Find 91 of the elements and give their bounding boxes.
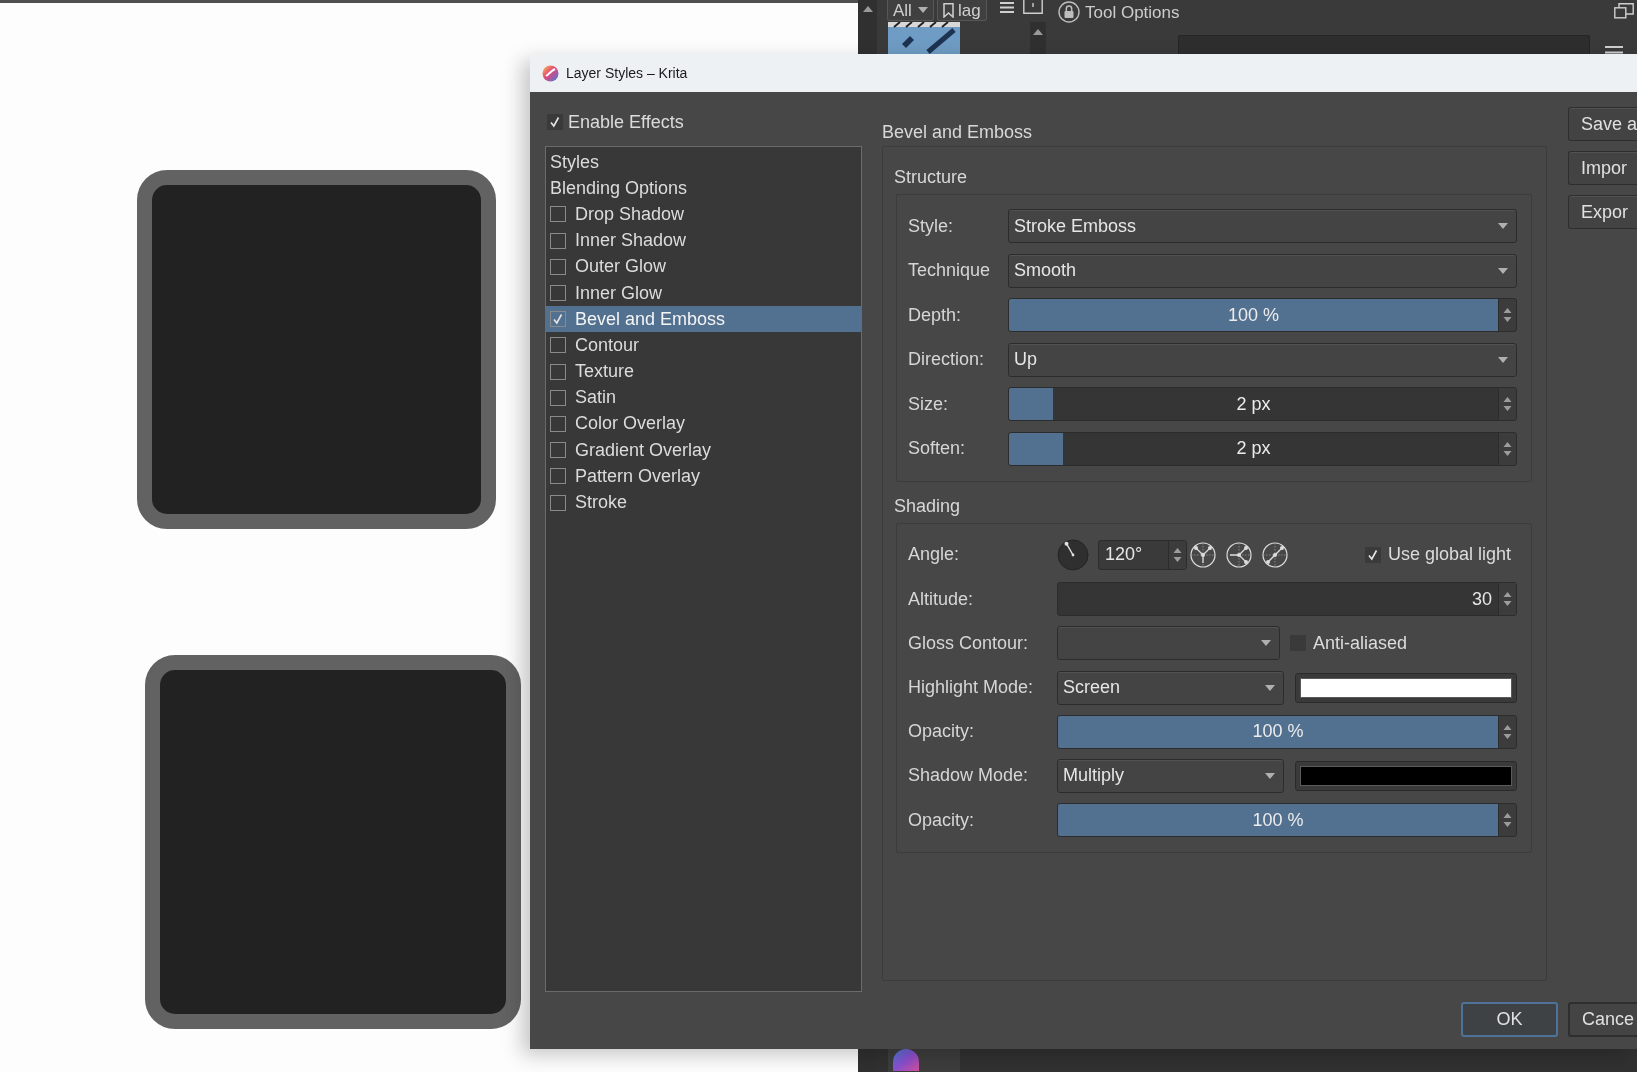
lock-icon[interactable] [1058,1,1080,23]
window-title: Layer Styles – Krita [566,63,688,83]
menu-icon[interactable] [1605,46,1623,54]
field-label: Style: [908,214,955,238]
button[interactable]: Cance [1568,1002,1637,1037]
field-label: Angle: [908,543,961,567]
dropdown[interactable]: Screen [1057,670,1284,705]
bookmark-icon [943,2,954,18]
checkbox[interactable] [550,258,566,275]
field-label: Shadow Mode: [908,764,1030,788]
circle-nodes-icon[interactable] [1190,541,1216,568]
field-label: Size: [908,392,950,416]
group-title: Structure [894,166,969,189]
brush-preset-icon[interactable] [888,22,960,54]
field-label: Technique [908,259,992,283]
window-icon[interactable] [1614,3,1634,19]
checkbox-label[interactable]: Enable Effects [568,108,684,136]
caret-icon [1261,640,1271,647]
field-label: Opacity: [908,808,976,832]
button[interactable]: OK [1461,1002,1558,1037]
checkbox[interactable] [550,285,566,302]
arrow-up-icon[interactable] [862,6,873,12]
tag-dropdown[interactable]: lag [937,0,987,21]
list-item[interactable]: Gradient Overlay [546,437,861,464]
field-label: Direction: [908,348,986,372]
list-item[interactable]: Bevel and Emboss [546,306,861,333]
checkbox-label[interactable]: Use global light [1387,541,1511,569]
list-item[interactable]: Inner Glow [546,279,861,307]
field-label: Altitude: [908,587,975,611]
button[interactable]: Save a [1568,107,1637,141]
list-item[interactable]: Inner Shadow [546,227,861,254]
frame-icon[interactable] [1023,0,1043,14]
checkbox[interactable] [550,232,566,249]
field-label: Gloss Contour: [908,631,1030,655]
checkbox[interactable] [547,114,563,130]
panel-title: Tool Options [1085,2,1180,24]
app-icon [542,64,559,82]
list-item[interactable]: Contour [546,332,861,359]
list-item[interactable]: Satin [546,384,861,411]
list-item[interactable]: Drop Shadow [546,201,861,228]
dropdown[interactable]: Multiply [1057,758,1284,793]
list-item[interactable]: Styles [546,149,861,176]
circle-nodes-icon[interactable] [1226,541,1252,568]
checkbox[interactable] [550,311,566,328]
caret-icon [1265,772,1275,779]
slider[interactable]: 2 px [1008,431,1517,466]
list-item[interactable]: Color Overlay [546,410,861,438]
list-item[interactable]: Outer Glow [546,253,861,280]
list-item[interactable]: Pattern Overlay [546,463,861,490]
field-label: Soften: [908,437,967,461]
slider[interactable]: 100 % [1057,803,1517,838]
scrollbar[interactable] [1030,22,1046,54]
caret-icon [1498,223,1508,229]
menu-icon[interactable] [1000,2,1014,13]
caret-icon [918,7,928,13]
spin-box[interactable]: 120° [1098,539,1187,570]
checkbox[interactable] [1364,546,1381,563]
button[interactable]: Impor [1568,151,1637,185]
group-title: Shading [894,494,962,518]
caret-icon [1265,684,1275,691]
dropdown[interactable]: Smooth [1008,253,1517,288]
list-item[interactable]: Texture [546,358,861,385]
list-item[interactable]: Stroke [546,489,861,516]
checkbox[interactable] [550,337,566,354]
list-item[interactable]: Blending Options [546,175,861,202]
input-field[interactable] [1178,35,1590,54]
field-label: Depth: [908,303,963,327]
filter-dropdown[interactable]: All [887,0,934,21]
checkbox[interactable] [550,389,566,406]
field-label: Opacity: [908,720,976,744]
field-label: Highlight Mode: [908,676,1035,700]
dropdown[interactable]: Up [1008,342,1517,377]
checkbox[interactable] [550,206,566,223]
checkbox-label[interactable]: Anti-aliased [1313,629,1408,657]
checkbox[interactable] [550,363,566,380]
caret-icon [1498,267,1508,274]
circle-nodes-icon[interactable] [1262,541,1288,568]
button[interactable]: Expor [1568,195,1637,229]
checkbox[interactable] [550,415,566,432]
slider[interactable]: 100 % [1057,714,1517,749]
arrow-up-icon[interactable] [1033,29,1043,35]
dial-icon[interactable] [1057,538,1089,571]
caret-icon [1498,356,1508,363]
checkbox[interactable] [550,494,566,511]
checkbox[interactable] [550,442,566,459]
slider[interactable]: 2 px [1008,387,1517,422]
slider[interactable]: 100 % [1008,298,1517,333]
number-field[interactable]: 30 [1057,582,1517,617]
checkbox[interactable] [550,468,566,485]
dropdown[interactable]: Stroke Emboss [1008,209,1517,243]
section-title: Bevel and Emboss [882,121,1034,144]
